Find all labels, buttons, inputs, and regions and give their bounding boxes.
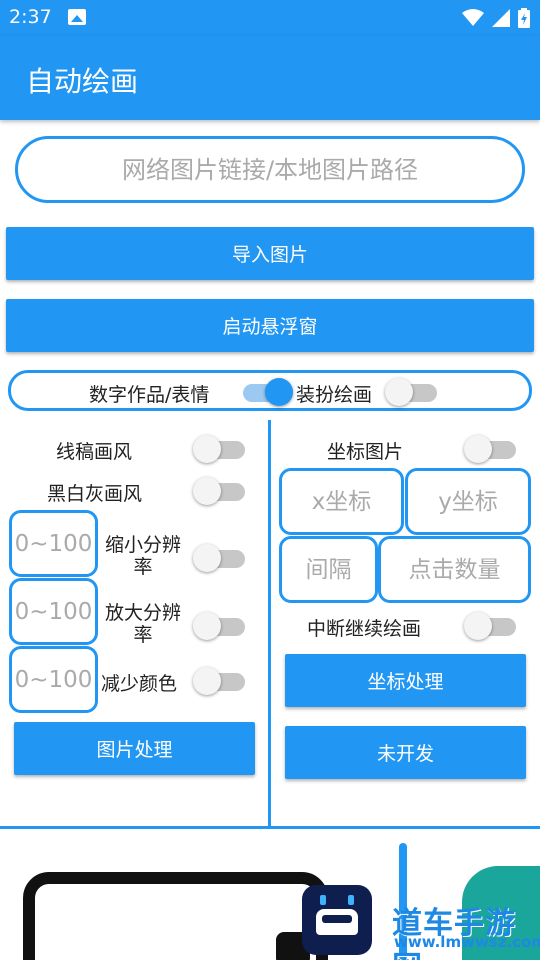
shrink-resolution-label: 缩小分辨率: [104, 534, 181, 578]
import-image-button[interactable]: 导入图片: [6, 227, 534, 280]
coord-image-toggle[interactable]: [464, 433, 516, 463]
shrink-resolution-input[interactable]: [9, 510, 98, 577]
line-style-label: 线稿画风: [56, 441, 133, 463]
coord-image-label: 坐标图片: [327, 441, 404, 463]
mode-right-label: 装扮绘画: [296, 384, 373, 406]
photo-icon: [68, 9, 86, 25]
watermark-url: www.lmwwsz.com: [394, 933, 540, 951]
app-title: 自动绘画: [26, 65, 139, 98]
y-coordinate-input[interactable]: [405, 468, 531, 535]
wifi-icon: [462, 9, 484, 26]
coord-process-button[interactable]: 坐标处理: [285, 654, 526, 707]
panel-divider-horizontal: [0, 826, 540, 829]
line-style-toggle[interactable]: [193, 433, 245, 463]
shrink-resolution-toggle[interactable]: [193, 542, 245, 572]
enlarge-resolution-toggle[interactable]: [193, 610, 245, 640]
panel-divider-vertical: [268, 420, 271, 826]
reduce-color-input[interactable]: [9, 646, 98, 713]
enlarge-resolution-label: 放大分辨率: [104, 602, 181, 646]
mode-left-label: 数字作品/表情: [89, 384, 210, 406]
signal-icon: [492, 9, 510, 27]
click-count-input[interactable]: [378, 536, 531, 603]
reduce-color-toggle[interactable]: [193, 665, 245, 695]
image-source-input[interactable]: [15, 136, 525, 203]
status-time: 2:37: [9, 6, 52, 28]
bw-style-toggle[interactable]: [193, 475, 245, 505]
x-coordinate-input[interactable]: [279, 468, 404, 535]
resume-drawing-toggle[interactable]: [464, 610, 516, 640]
battery-icon: [518, 8, 530, 28]
enlarge-resolution-input[interactable]: [9, 578, 98, 645]
undeveloped-button[interactable]: 未开发: [285, 726, 526, 779]
mode-row: 数字作品/表情 装扮绘画: [8, 370, 532, 411]
mode-toggle[interactable]: [243, 376, 295, 406]
start-float-window-button[interactable]: 启动悬浮窗: [6, 299, 534, 352]
resume-drawing-label: 中断继续绘画: [307, 618, 422, 640]
status-bar: 2:37: [0, 0, 540, 36]
watermark-logo-icon: [302, 885, 372, 955]
image-process-button[interactable]: 图片处理: [14, 722, 255, 775]
dress-up-toggle[interactable]: [385, 376, 437, 406]
bw-style-label: 黑白灰画风: [47, 483, 143, 505]
interval-input[interactable]: [279, 536, 378, 603]
reduce-color-label: 减少颜色: [101, 673, 178, 695]
app-bar: 自动绘画: [0, 36, 540, 120]
